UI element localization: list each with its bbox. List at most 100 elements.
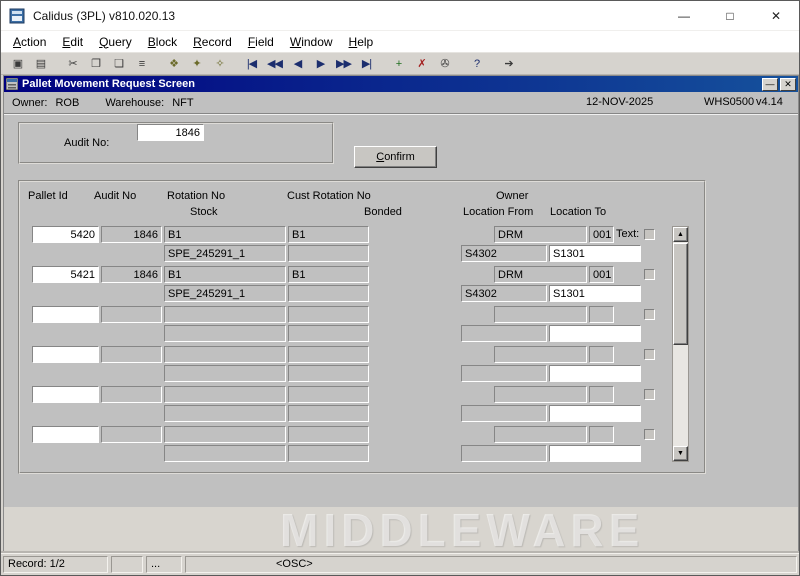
owner-value: ROB	[55, 97, 79, 109]
toolbar-button[interactable]: ✦	[185, 54, 208, 74]
location-to-field[interactable]	[549, 405, 641, 422]
stock-field	[164, 325, 286, 342]
grid-scrollbar[interactable]: ▲ ▼	[672, 226, 689, 462]
audit-no-field: 1846	[101, 226, 162, 243]
grid-row	[20, 386, 704, 426]
toolbar-button[interactable]: ▶|	[355, 54, 378, 74]
seq-field	[589, 306, 614, 323]
close-button[interactable]: ✕	[753, 1, 799, 30]
pallet-id-field[interactable]	[32, 266, 99, 283]
toolbar-button[interactable]: ❖	[162, 54, 185, 74]
toolbar-button[interactable]: ✇	[433, 54, 456, 74]
text-checkbox[interactable]	[644, 269, 655, 280]
cust-rotation-no-field	[288, 426, 369, 443]
location-to-field[interactable]	[549, 445, 641, 462]
header-location-to: Location To	[550, 206, 606, 218]
location-from-field	[461, 405, 547, 422]
menu-item[interactable]: Window	[282, 33, 341, 51]
scroll-up-button[interactable]: ▲	[673, 227, 688, 242]
toolbar-button[interactable]: +	[387, 54, 410, 74]
owner-field	[494, 426, 587, 443]
toolbar-button[interactable]: ✗	[410, 54, 433, 74]
location-to-field[interactable]	[549, 325, 641, 342]
confirm-button[interactable]: Confirm	[354, 146, 437, 168]
grid-rows: 1846 B1 B1 DRM 001 Text: SPE_245291_1	[20, 226, 704, 466]
menu-item[interactable]: Help	[341, 33, 382, 51]
program-version: v4.14	[756, 96, 783, 108]
pallet-id-field[interactable]	[32, 386, 99, 403]
audit-no-field	[101, 426, 162, 443]
toolbar: ▣ ▤ ✂ ❐ ❏ ≡ ❖ ✦ ✧ |◀ ◀◀ ◀ ▶ ▶▶ ▶| +	[1, 53, 799, 75]
header-pallet-id: Pallet Id	[28, 190, 68, 202]
pallet-id-field[interactable]	[32, 426, 99, 443]
text-checkbox[interactable]	[644, 229, 655, 240]
menu-item[interactable]: Action	[5, 33, 54, 51]
scroll-down-button[interactable]: ▼	[673, 446, 688, 461]
menu-item[interactable]: Query	[91, 33, 140, 51]
toolbar-button[interactable]: ◀◀	[263, 54, 286, 74]
status-dots[interactable]: ...	[146, 556, 182, 573]
form-canvas: Owner: ROB Warehouse: NFT 12-NOV-2025 WH…	[4, 92, 798, 507]
toolbar-button[interactable]: ❐	[84, 54, 107, 74]
grid-row	[20, 346, 704, 386]
status-cell-empty	[111, 556, 143, 573]
text-checkbox[interactable]	[644, 429, 655, 440]
execute-query-icon: ✦	[192, 57, 200, 70]
window-title: Calidus (3PL) v810.020.13	[33, 9, 175, 23]
text-checkbox[interactable]	[644, 309, 655, 320]
toolbar-button[interactable]: |◀	[240, 54, 263, 74]
menu-item[interactable]: Record	[185, 33, 240, 51]
toolbar-button[interactable]: ▣	[6, 54, 29, 74]
pallet-id-field[interactable]	[32, 346, 99, 363]
toolbar-button[interactable]: ✂	[61, 54, 84, 74]
pallet-id-field[interactable]	[32, 226, 99, 243]
toolbar-button[interactable]: ▶	[309, 54, 332, 74]
owner-field	[494, 306, 587, 323]
stock-field: SPE_245291_1	[164, 245, 286, 262]
toolbar-button[interactable]: ▶▶	[332, 54, 355, 74]
bonded-field	[288, 285, 369, 302]
toolbar-button[interactable]: ≡	[130, 54, 153, 74]
minimize-button[interactable]: —	[661, 1, 707, 30]
menu-item[interactable]: Edit	[54, 33, 91, 51]
text-checkbox[interactable]	[644, 349, 655, 360]
location-to-field[interactable]	[549, 285, 641, 302]
header-owner: Owner	[496, 190, 528, 202]
owner-field: DRM	[494, 226, 587, 243]
program-id: WHS0500	[704, 96, 754, 108]
menu-item[interactable]: Field	[240, 33, 282, 51]
child-window-icon	[6, 78, 18, 90]
pallet-id-field[interactable]	[32, 306, 99, 323]
status-osc-cell: <OSC>	[185, 556, 797, 573]
text-checkbox[interactable]	[644, 389, 655, 400]
child-window-titlebar[interactable]: Pallet Movement Request Screen — ✕	[4, 76, 798, 92]
location-to-field[interactable]	[549, 245, 641, 262]
statusbar: Record: 1/2 ... <OSC>	[1, 553, 799, 575]
child-minimize-button[interactable]: —	[762, 78, 778, 91]
header-audit-no: Audit No	[94, 190, 136, 202]
insert-record-icon: +	[396, 58, 401, 70]
audit-panel: Audit No:	[18, 122, 334, 164]
toolbar-button[interactable]: ▤	[29, 54, 52, 74]
pallet-grid-panel: Pallet Id Audit No Rotation No Cust Rota…	[18, 180, 706, 474]
owner-field: DRM	[494, 266, 587, 283]
toolbar-button[interactable]: ◀	[286, 54, 309, 74]
toolbar-button[interactable]: ?	[465, 54, 488, 74]
location-from-field	[461, 445, 547, 462]
cancel-query-icon: ✧	[215, 57, 223, 70]
menu-item[interactable]: Block	[140, 33, 185, 51]
stock-field	[164, 405, 286, 422]
owner-label: Owner:	[12, 97, 47, 109]
location-to-field[interactable]	[549, 365, 641, 382]
window-titlebar[interactable]: Calidus (3PL) v810.020.13 — □ ✕	[1, 1, 799, 31]
paste-icon: ❏	[114, 57, 123, 70]
stock-field	[164, 365, 286, 382]
audit-no-input[interactable]	[137, 124, 204, 141]
toolbar-button[interactable]: ✧	[208, 54, 231, 74]
toolbar-button[interactable]: ❏	[107, 54, 130, 74]
toolbar-button[interactable]: ➔	[497, 54, 520, 74]
maximize-button[interactable]: □	[707, 1, 753, 30]
scroll-thumb[interactable]	[673, 243, 688, 345]
audit-no-field	[101, 386, 162, 403]
child-close-button[interactable]: ✕	[780, 78, 796, 91]
